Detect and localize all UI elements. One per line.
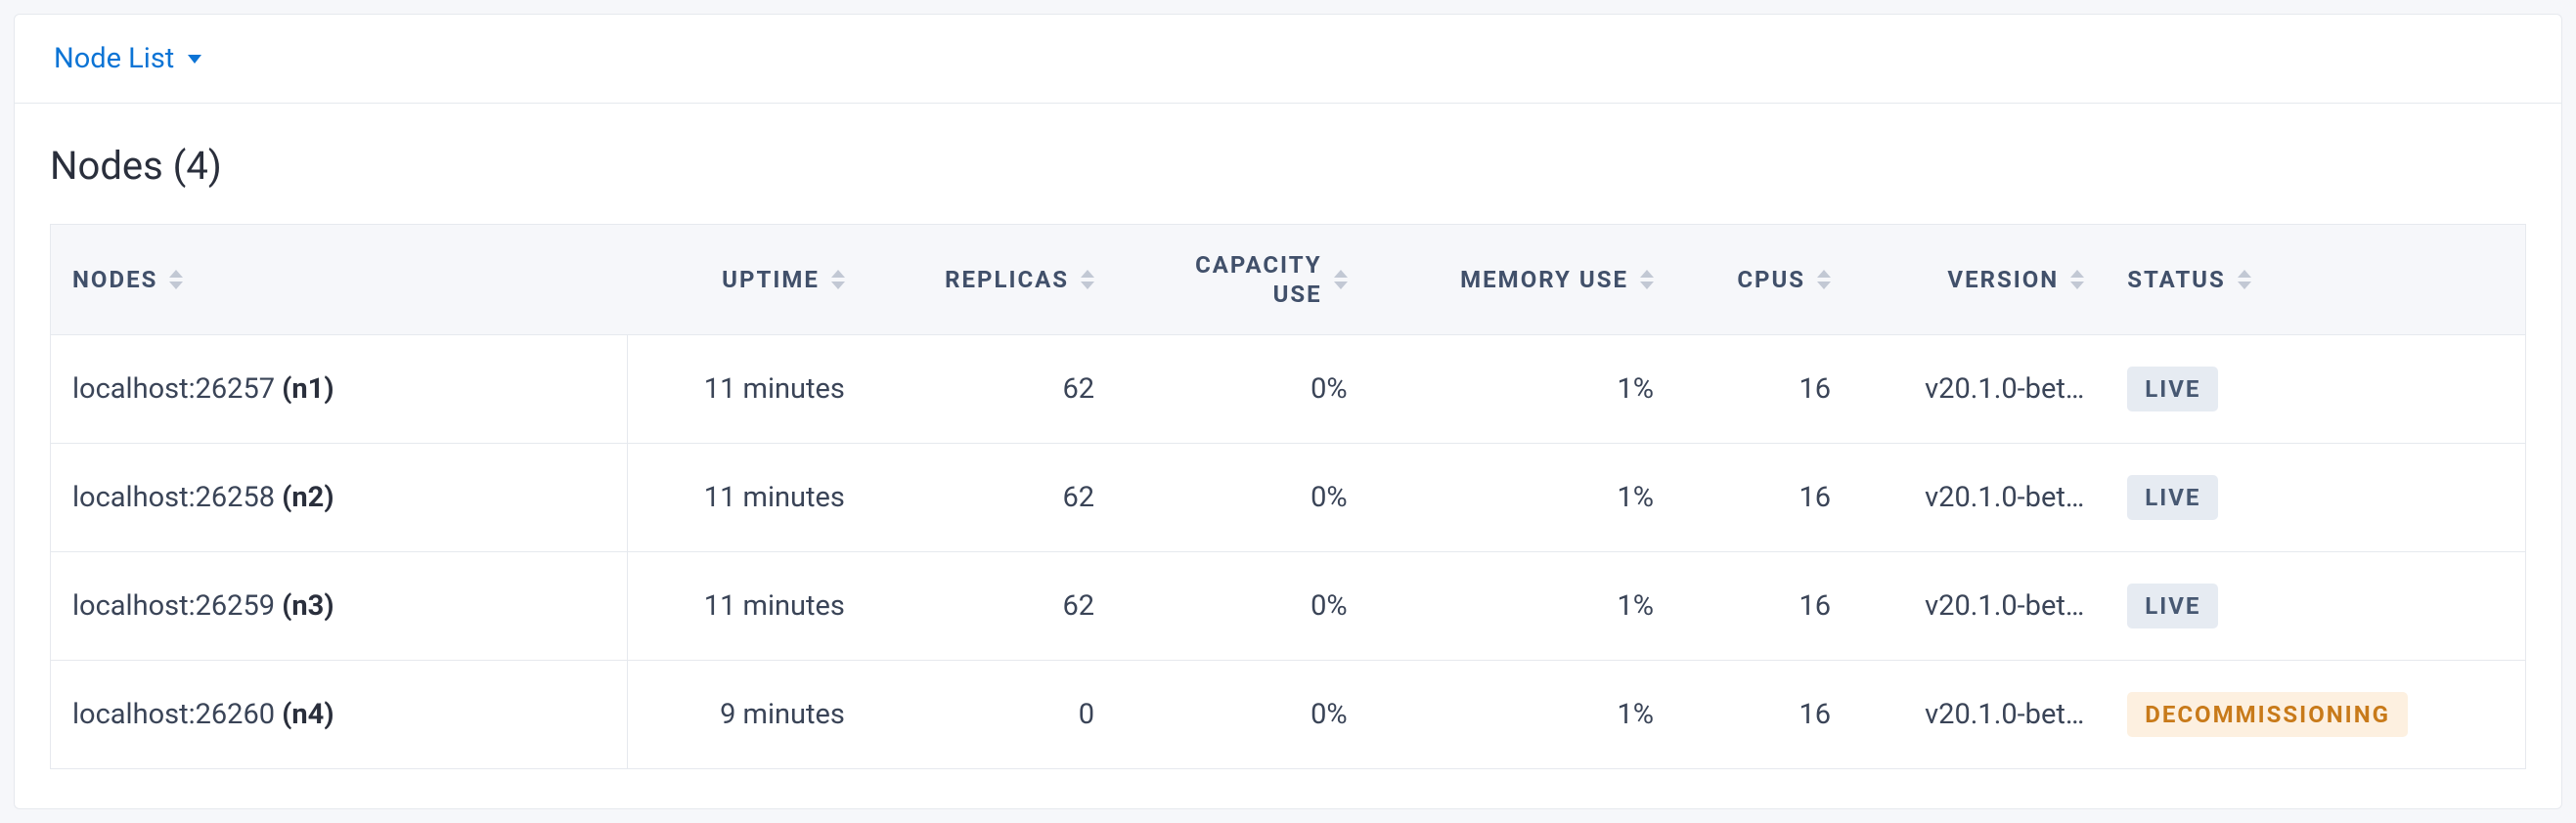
sort-icon <box>831 270 845 289</box>
node-host: localhost:26257 <box>72 372 275 406</box>
col-label-line2: USE <box>1273 281 1322 308</box>
status-badge: LIVE <box>2127 367 2218 412</box>
node-list-dropdown[interactable]: Node List <box>54 42 201 75</box>
node-host: localhost:26259 <box>72 589 275 623</box>
col-label: CPUS <box>1737 266 1805 293</box>
node-id: (n2) <box>282 481 333 514</box>
col-header-capacity[interactable]: CAPACITY USE <box>1116 225 1369 335</box>
cell-cpus: 16 <box>1675 661 1852 769</box>
cell-status: DECOMMISSIONING <box>2106 661 2525 769</box>
table-row: localhost:26259 (n3) 11 minutes 62 0% 1%… <box>51 552 2526 661</box>
cell-uptime: 9 minutes <box>628 661 866 769</box>
status-badge: LIVE <box>2127 584 2218 628</box>
table-body: localhost:26257 (n1) 11 minutes 62 0% 1%… <box>51 335 2526 769</box>
node-table: NODES UPTIME <box>50 224 2526 769</box>
cell-version: v20.1.0-bet… <box>1852 335 2106 444</box>
table-row: localhost:26260 (n4) 9 minutes 0 0% 1% 1… <box>51 661 2526 769</box>
col-header-nodes[interactable]: NODES <box>51 225 628 335</box>
cell-status: LIVE <box>2106 552 2525 661</box>
cell-uptime: 11 minutes <box>628 444 866 552</box>
sort-icon <box>1817 270 1831 289</box>
cell-node[interactable]: localhost:26259 (n3) <box>51 552 628 661</box>
cell-replicas: 0 <box>866 661 1116 769</box>
cell-capacity: 0% <box>1116 661 1369 769</box>
panel-header: Node List <box>15 15 2561 104</box>
node-id: (n3) <box>282 589 333 623</box>
cell-version: v20.1.0-bet… <box>1852 552 2106 661</box>
sort-icon <box>169 270 183 289</box>
col-header-memory[interactable]: MEMORY USE <box>1369 225 1675 335</box>
page-title: Nodes (4) <box>50 143 2526 189</box>
col-label: VERSION <box>1947 266 2059 293</box>
dropdown-label: Node List <box>54 42 174 75</box>
col-label-line1: CAPACITY <box>1195 251 1322 279</box>
cell-replicas: 62 <box>866 444 1116 552</box>
col-label: STATUS <box>2127 266 2226 293</box>
cell-replicas: 62 <box>866 335 1116 444</box>
cell-cpus: 16 <box>1675 552 1852 661</box>
col-label: NODES <box>72 266 157 293</box>
col-header-cpus[interactable]: CPUS <box>1675 225 1852 335</box>
panel-body: Nodes (4) NODES UPTIME <box>15 104 2561 808</box>
node-panel: Node List Nodes (4) NODES <box>14 14 2562 809</box>
node-host: localhost:26258 <box>72 481 275 514</box>
cell-capacity: 0% <box>1116 335 1369 444</box>
table-row: localhost:26258 (n2) 11 minutes 62 0% 1%… <box>51 444 2526 552</box>
caret-down-icon <box>188 55 201 64</box>
status-badge: DECOMMISSIONING <box>2127 692 2408 737</box>
cell-memory: 1% <box>1369 444 1675 552</box>
cell-capacity: 0% <box>1116 444 1369 552</box>
sort-icon <box>2238 270 2251 289</box>
col-label: MEMORY USE <box>1460 266 1628 293</box>
cell-memory: 1% <box>1369 552 1675 661</box>
sort-icon <box>1640 270 1654 289</box>
cell-uptime: 11 minutes <box>628 552 866 661</box>
table-row: localhost:26257 (n1) 11 minutes 62 0% 1%… <box>51 335 2526 444</box>
node-id: (n4) <box>282 698 333 731</box>
node-id: (n1) <box>282 372 333 406</box>
cell-capacity: 0% <box>1116 552 1369 661</box>
col-header-status[interactable]: STATUS <box>2106 225 2525 335</box>
table-header: NODES UPTIME <box>51 225 2526 335</box>
cell-node[interactable]: localhost:26260 (n4) <box>51 661 628 769</box>
cell-node[interactable]: localhost:26257 (n1) <box>51 335 628 444</box>
cell-cpus: 16 <box>1675 335 1852 444</box>
cell-node[interactable]: localhost:26258 (n2) <box>51 444 628 552</box>
cell-memory: 1% <box>1369 335 1675 444</box>
status-badge: LIVE <box>2127 475 2218 520</box>
cell-cpus: 16 <box>1675 444 1852 552</box>
col-header-replicas[interactable]: REPLICAS <box>866 225 1116 335</box>
col-label: REPLICAS <box>945 266 1069 293</box>
cell-uptime: 11 minutes <box>628 335 866 444</box>
sort-icon <box>2070 270 2084 289</box>
cell-status: LIVE <box>2106 444 2525 552</box>
col-header-uptime[interactable]: UPTIME <box>628 225 866 335</box>
col-label: UPTIME <box>722 266 820 293</box>
cell-status: LIVE <box>2106 335 2525 444</box>
sort-icon <box>1081 270 1094 289</box>
cell-version: v20.1.0-bet… <box>1852 444 2106 552</box>
cell-version: v20.1.0-bet… <box>1852 661 2106 769</box>
cell-replicas: 62 <box>866 552 1116 661</box>
cell-memory: 1% <box>1369 661 1675 769</box>
node-host: localhost:26260 <box>72 698 275 731</box>
sort-icon <box>1334 270 1348 289</box>
col-header-version[interactable]: VERSION <box>1852 225 2106 335</box>
